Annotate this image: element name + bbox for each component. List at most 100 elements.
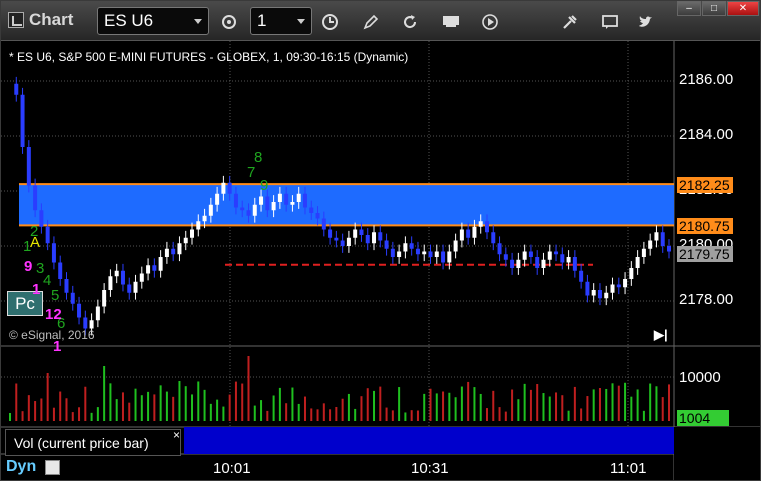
lock-icon[interactable] — [45, 460, 60, 475]
volume-bar — [197, 381, 200, 421]
get-data-icon[interactable] — [438, 8, 464, 34]
comment-icon[interactable] — [597, 8, 623, 34]
time-tick-label: 10:01 — [213, 460, 251, 477]
candle-body — [522, 251, 527, 260]
volume-bar — [303, 396, 306, 421]
volume-bar — [391, 410, 394, 421]
volume-bar — [234, 381, 237, 421]
candle-body — [579, 270, 584, 282]
volume-bar — [159, 385, 162, 421]
candle-body — [290, 202, 295, 205]
volume-bar — [460, 386, 463, 421]
volume-bar — [335, 406, 338, 421]
candle-body — [397, 251, 402, 257]
close-button[interactable]: ✕ — [727, 1, 759, 16]
candle-body — [302, 193, 307, 208]
candle-body — [259, 196, 264, 205]
volume-bar — [9, 413, 11, 421]
candle-body — [139, 273, 144, 282]
minimize-button[interactable]: – — [677, 1, 701, 16]
volume-bar — [46, 373, 49, 421]
candle-body — [415, 248, 420, 255]
tools-icon[interactable] — [557, 8, 583, 34]
volume-bar — [467, 381, 470, 421]
candle-body — [497, 243, 502, 255]
volume-bar — [561, 395, 564, 421]
candle-body — [202, 215, 207, 222]
scroll-to-end-icon[interactable]: ▶| — [654, 327, 668, 343]
chevron-down-icon[interactable] — [194, 19, 202, 24]
volume-bar — [592, 389, 595, 421]
candle-body — [227, 182, 232, 194]
candle-body — [26, 147, 31, 186]
volume-bar — [580, 408, 583, 421]
pencil-icon[interactable] — [358, 8, 384, 34]
candle-body — [183, 237, 188, 244]
volume-bar — [121, 392, 124, 421]
volume-bar — [78, 407, 81, 421]
volume-bar — [448, 392, 451, 421]
volume-bar — [529, 389, 532, 421]
volume-bar — [322, 403, 325, 421]
volume-bar — [291, 387, 294, 421]
candle-body — [541, 259, 546, 268]
candle-body — [365, 235, 370, 244]
chevron-down-icon[interactable] — [297, 19, 305, 24]
volume-tick-label: 10000 — [679, 369, 721, 386]
volume-bar — [253, 405, 256, 421]
twitter-icon[interactable] — [633, 8, 659, 34]
volume-bar — [429, 388, 432, 421]
volume-bar — [103, 366, 106, 421]
candle-body — [503, 254, 508, 260]
volume-bar — [347, 393, 350, 421]
volume-bar — [297, 403, 300, 421]
candle-body — [472, 226, 477, 238]
clock-icon[interactable] — [317, 8, 343, 34]
symbol-selector[interactable]: ES U6 — [97, 7, 209, 35]
candle-body — [58, 262, 63, 279]
candle-body — [233, 193, 238, 208]
candle-body — [346, 237, 351, 246]
volume-bar — [178, 381, 181, 421]
chart-header: * ES U6, S&P 500 E-MINI FUTURES - GLOBEX… — [9, 50, 409, 64]
interval-value: 1 — [257, 11, 267, 30]
volume-bar — [153, 394, 156, 421]
interval-selector[interactable]: 1 — [250, 7, 312, 35]
candle-body — [390, 248, 395, 257]
play-icon[interactable] — [477, 8, 503, 34]
volume-bar — [191, 394, 194, 421]
symbol-value: ES U6 — [104, 11, 154, 30]
volume-bar — [278, 387, 281, 421]
volume-bar — [285, 403, 288, 421]
candle-body — [616, 284, 621, 288]
volume-bar — [310, 408, 313, 421]
candle-body — [629, 268, 634, 279]
candle-body — [466, 229, 471, 238]
volume-bar — [511, 389, 514, 421]
candle-body — [378, 232, 383, 241]
volume-bar — [134, 388, 137, 421]
volume-bar — [542, 393, 545, 421]
candle-body — [33, 185, 38, 211]
volume-bar — [52, 407, 55, 421]
maximize-button[interactable]: □ — [702, 1, 726, 16]
price-chart[interactable] — [1, 41, 761, 481]
candle-body — [597, 290, 602, 299]
volume-bar — [536, 384, 539, 421]
dynamic-mode-label[interactable]: Dyn — [6, 458, 36, 476]
volume-bar — [40, 398, 43, 421]
candle-body — [190, 229, 195, 238]
candle-body — [516, 259, 521, 268]
volume-bar — [605, 388, 608, 421]
candle-body — [208, 204, 213, 216]
candle-body — [95, 306, 100, 321]
candle-body — [246, 210, 251, 216]
volume-bar — [222, 406, 225, 421]
candle-body — [14, 83, 19, 95]
symbol-link-icon[interactable] — [216, 8, 242, 34]
volume-bar — [241, 383, 244, 421]
candle-body — [484, 221, 489, 233]
refresh-icon[interactable] — [397, 8, 423, 34]
candle-body — [171, 248, 176, 255]
volume-panel-close-button[interactable]: × — [173, 428, 180, 442]
